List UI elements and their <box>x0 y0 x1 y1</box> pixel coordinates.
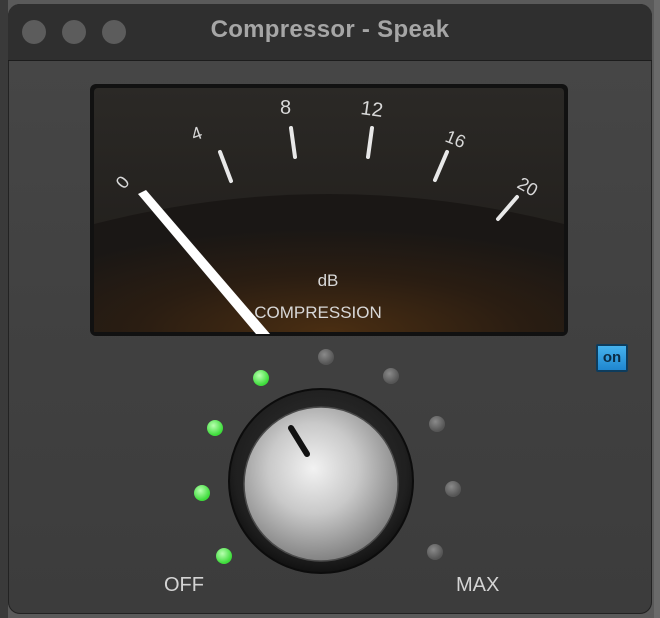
meter-unit-label: dB <box>318 271 339 290</box>
on-toggle-button[interactable]: on <box>596 344 628 372</box>
meter-label-8: 8 <box>280 97 291 119</box>
compressor-window: Compressor - Speak 0 4 8 12 16 20 dB COM… <box>8 4 652 614</box>
led-9 <box>427 544 443 560</box>
compression-knob[interactable] <box>228 388 414 574</box>
led-6 <box>383 368 399 384</box>
meter-caption: COMPRESSION <box>254 303 382 322</box>
plugin-panel: 0 4 8 12 16 20 dB COMPRESSION <box>90 84 568 574</box>
led-1 <box>216 548 232 564</box>
led-2 <box>194 485 210 501</box>
knob-max-label: MAX <box>456 574 500 596</box>
led-8 <box>445 481 461 497</box>
meter-label-12: 12 <box>359 97 384 122</box>
led-4 <box>253 370 269 386</box>
led-3 <box>207 420 223 436</box>
led-5 <box>318 349 334 365</box>
compression-meter: 0 4 8 12 16 20 dB COMPRESSION <box>90 84 568 336</box>
led-7 <box>429 416 445 432</box>
knob-min-label: OFF <box>164 574 204 596</box>
